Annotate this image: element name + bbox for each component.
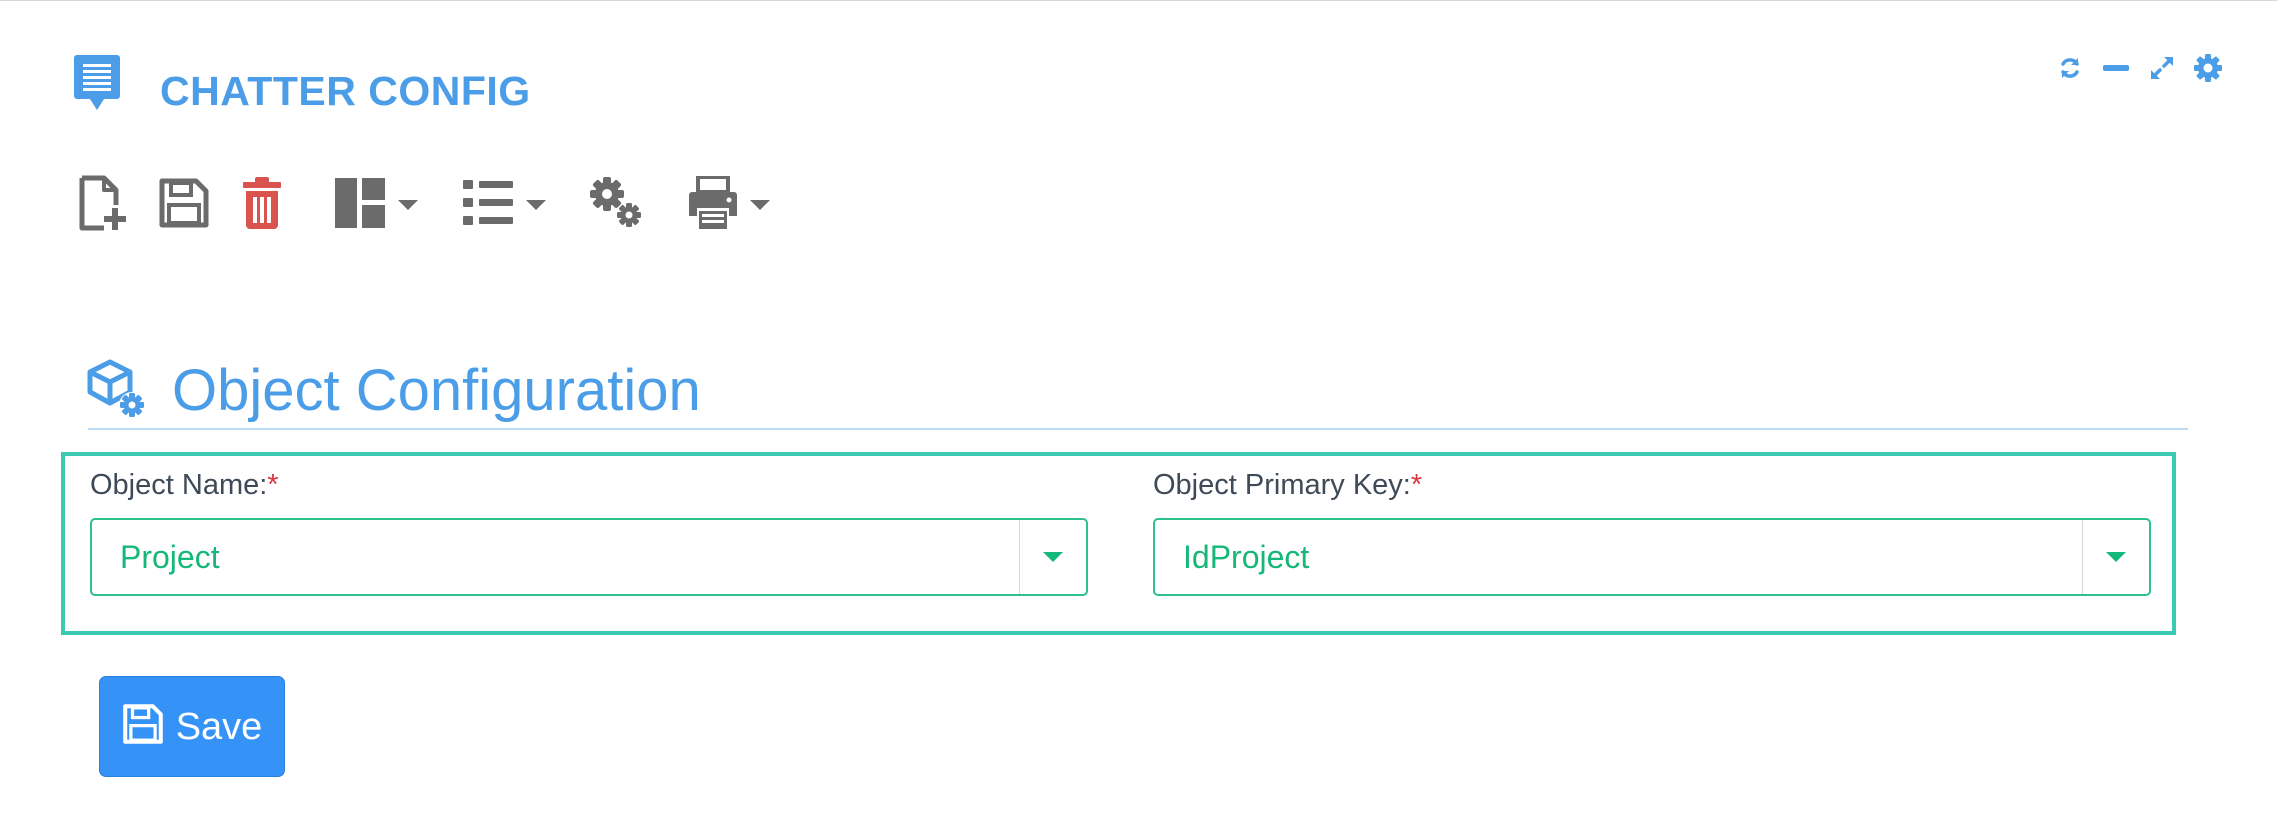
settings-button[interactable]: [588, 175, 644, 235]
chevron-down-icon: [398, 200, 418, 210]
window-controls: [2053, 51, 2225, 85]
chevron-down-icon: [526, 200, 546, 210]
object-primary-key-label-text: Object Primary Key:: [1153, 469, 1411, 501]
save-button-label: Save: [175, 705, 263, 748]
chevron-down-icon: [1043, 552, 1063, 562]
cube-settings-icon: [86, 359, 148, 421]
section-divider: [88, 428, 2188, 430]
object-name-select[interactable]: Project: [90, 518, 1088, 596]
new-document-icon: [78, 175, 128, 236]
chevron-down-icon: [750, 200, 770, 210]
layout-icon: [334, 177, 386, 234]
object-config-form: Object Name:* Project Object Primary Key…: [61, 452, 2176, 635]
chat-list-icon: [74, 55, 120, 111]
list-icon: [462, 179, 514, 232]
delete-button[interactable]: [242, 175, 282, 235]
print-icon: [688, 174, 738, 235]
object-primary-key-dropdown-toggle[interactable]: [2082, 520, 2149, 594]
print-dropdown-button[interactable]: [688, 174, 770, 235]
chatter-config-page: CHATTER CONFIG Object Configuration Obje…: [0, 0, 2277, 837]
required-mark: *: [267, 469, 279, 501]
required-mark: *: [1410, 469, 1423, 501]
section-title: Object Configuration: [172, 358, 701, 423]
gear-icon[interactable]: [2191, 51, 2225, 85]
refresh-icon[interactable]: [2053, 51, 2087, 85]
cogs-icon: [588, 175, 644, 236]
object-primary-key-label: Object Primary Key:*: [1153, 468, 1422, 502]
chevron-down-icon: [2106, 552, 2126, 562]
save-icon: [122, 703, 164, 750]
object-name-label: Object Name:*: [90, 468, 279, 502]
page-title: CHATTER CONFIG: [160, 68, 531, 114]
object-primary-key-select[interactable]: IdProject: [1153, 518, 2151, 596]
object-name-value: Project: [120, 539, 220, 575]
save-button[interactable]: Save: [99, 676, 285, 777]
trash-icon: [242, 176, 282, 235]
save-toolbar-button[interactable]: [158, 175, 210, 235]
layout-dropdown-button[interactable]: [334, 175, 418, 235]
minimize-icon[interactable]: [2099, 51, 2133, 85]
expand-icon[interactable]: [2145, 51, 2179, 85]
object-primary-key-value: IdProject: [1183, 539, 1310, 575]
new-document-button[interactable]: [78, 175, 128, 235]
object-name-dropdown-toggle[interactable]: [1019, 520, 1086, 594]
save-icon: [158, 177, 210, 234]
list-dropdown-button[interactable]: [462, 175, 546, 235]
object-name-label-text: Object Name:: [90, 469, 268, 501]
